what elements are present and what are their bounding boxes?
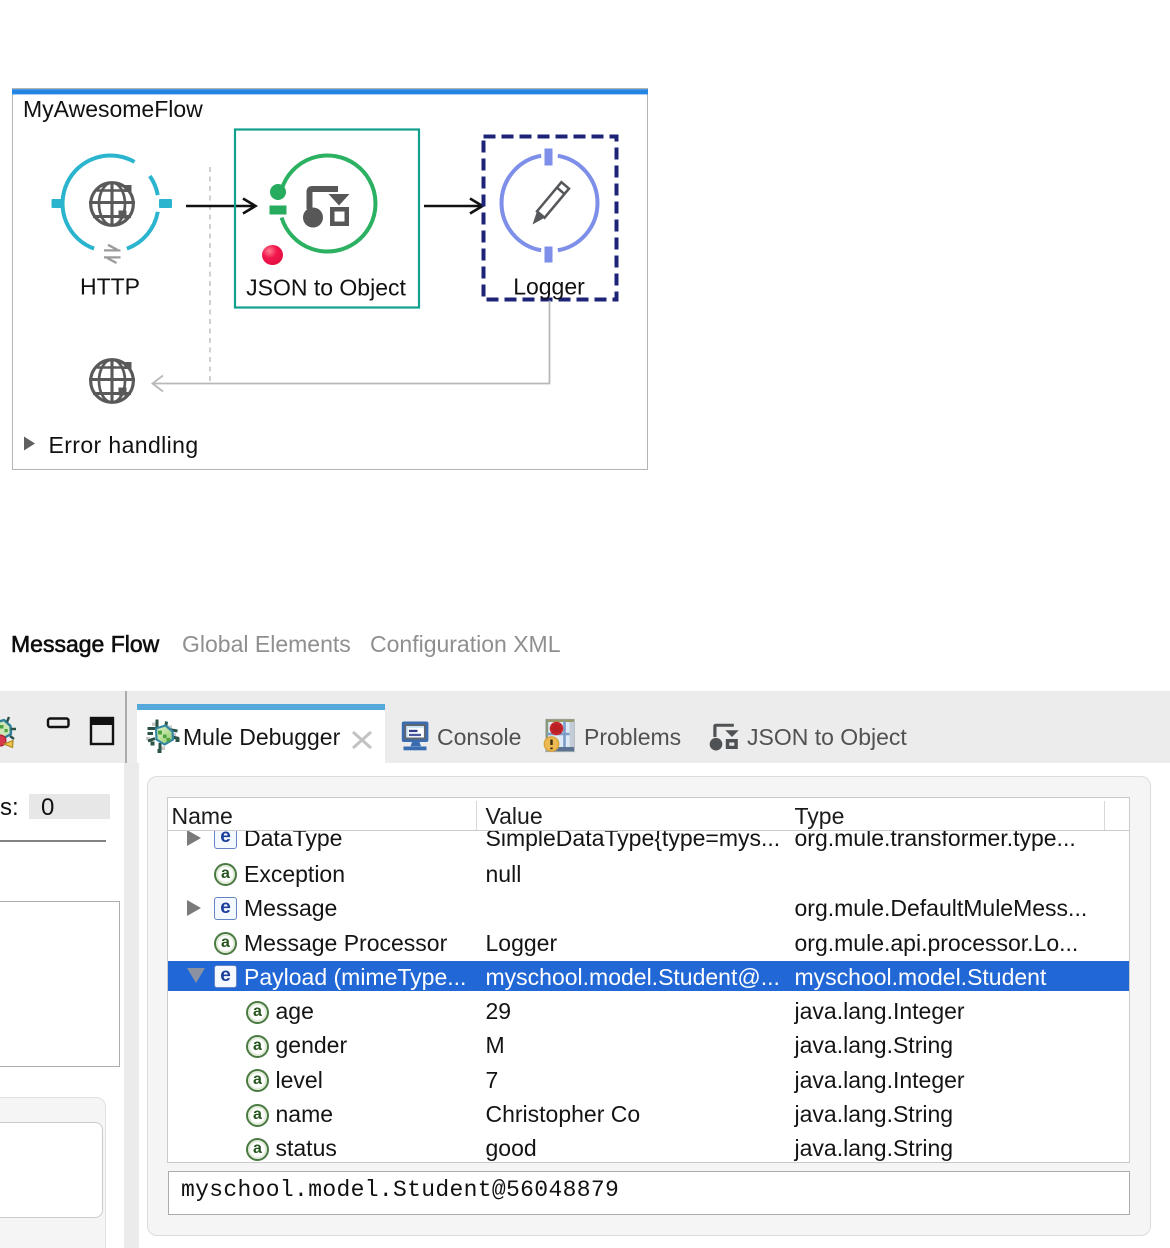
svg-text:Error handling: Error handling (49, 432, 199, 458)
svg-text:MyAwesomeFlow: MyAwesomeFlow (23, 96, 203, 122)
svg-text:Logger: Logger (513, 274, 585, 300)
svg-text:JSON to Object: JSON to Object (246, 275, 406, 301)
svg-text:HTTP: HTTP (80, 274, 140, 300)
